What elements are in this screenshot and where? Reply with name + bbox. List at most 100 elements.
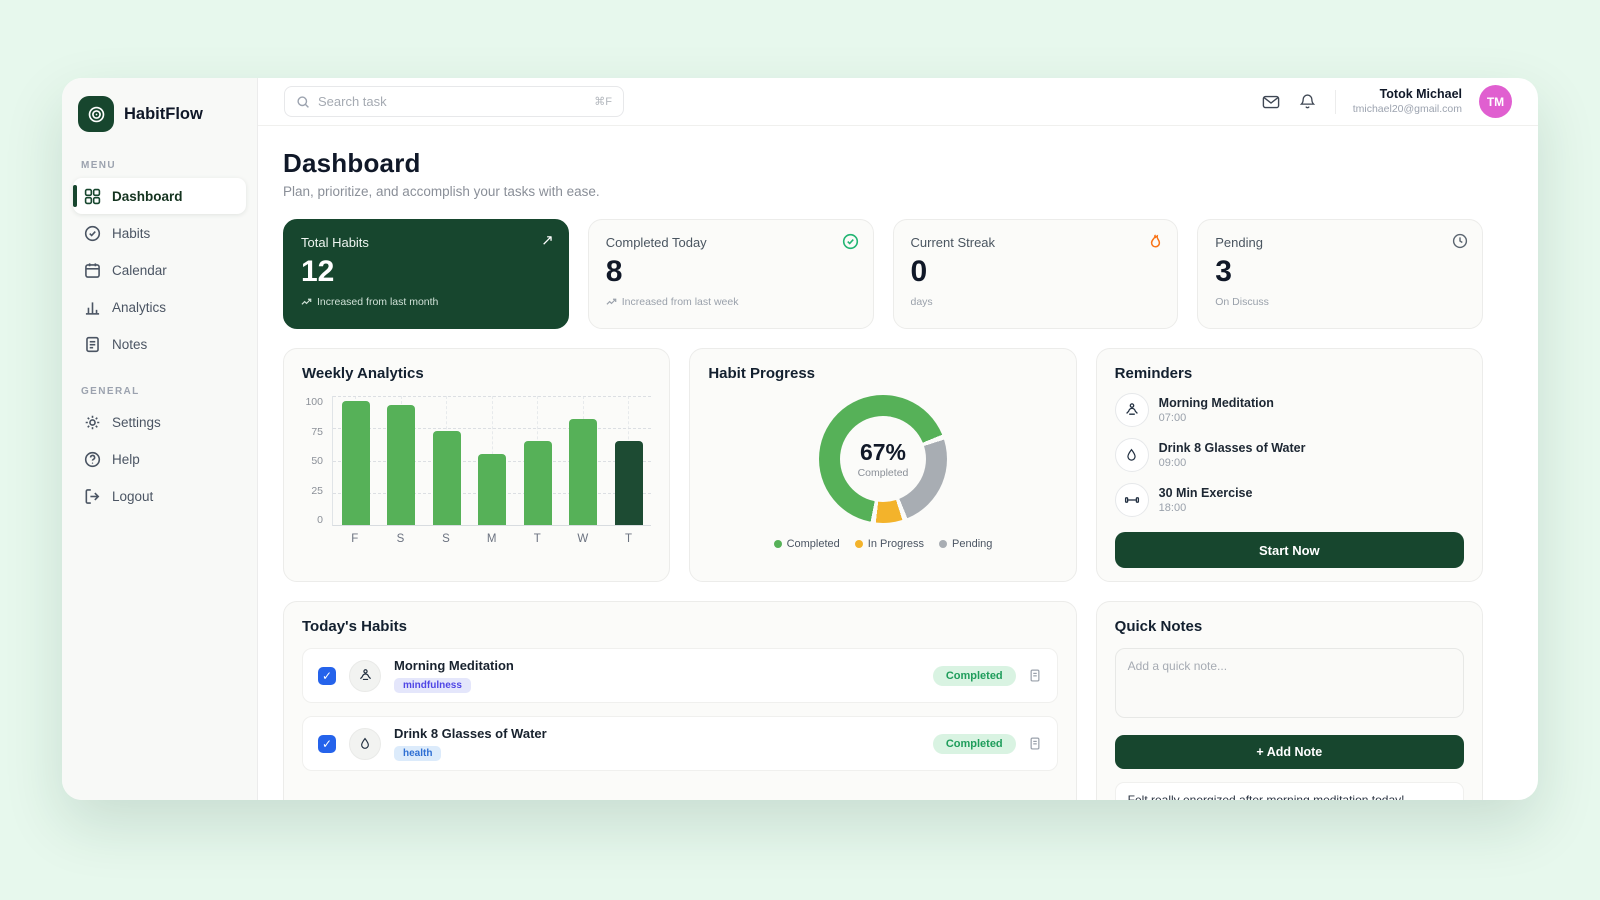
legend-item-completed: Completed bbox=[774, 538, 840, 550]
stats-row: Total Habits ↗ 12 Increased from last mo… bbox=[283, 219, 1483, 329]
check-circle-icon bbox=[842, 233, 859, 250]
habit-row-right: Completed bbox=[933, 666, 1042, 686]
stat-note: days bbox=[911, 296, 1161, 308]
main-area: ⌘F Totok Michael tmichael20@gmail.com TM… bbox=[258, 78, 1538, 800]
note-icon[interactable] bbox=[1028, 736, 1042, 751]
bars bbox=[333, 396, 651, 525]
mail-icon bbox=[1262, 94, 1280, 110]
stat-card-completed-today: Completed Today 8 Increased from last we… bbox=[588, 219, 874, 329]
check-icon: ✓ bbox=[322, 669, 332, 683]
reminder-item: Drink 8 Glasses of Water 09:00 bbox=[1115, 438, 1464, 472]
start-now-button[interactable]: Start Now bbox=[1115, 532, 1464, 568]
bar bbox=[342, 401, 370, 525]
calendar-icon bbox=[84, 262, 101, 279]
clock-icon bbox=[1452, 233, 1468, 249]
water-icon bbox=[349, 728, 381, 760]
habit-checkbox[interactable]: ✓ bbox=[318, 735, 336, 753]
bar-chart-icon bbox=[84, 299, 101, 316]
topbar: ⌘F Totok Michael tmichael20@gmail.com TM bbox=[258, 78, 1538, 126]
app-window: HabitFlow MENU Dashboard Habits Calendar… bbox=[62, 78, 1538, 800]
middle-row: Weekly Analytics 100 75 50 25 0 bbox=[283, 348, 1483, 582]
habit-progress-panel: Habit Progress 67% Completed Completed bbox=[689, 348, 1076, 582]
grid-icon bbox=[84, 188, 101, 205]
check-circle-icon bbox=[84, 225, 101, 242]
mail-button[interactable] bbox=[1261, 92, 1281, 112]
add-note-button[interactable]: + Add Note bbox=[1115, 735, 1464, 769]
stat-label: Completed Today bbox=[606, 235, 856, 250]
search-shortcut: ⌘F bbox=[594, 95, 612, 108]
flame-icon bbox=[1147, 233, 1163, 250]
page-subtitle: Plan, prioritize, and accomplish your ta… bbox=[283, 184, 1483, 199]
avatar[interactable]: TM bbox=[1479, 85, 1512, 118]
sidebar-item-label: Settings bbox=[112, 415, 161, 430]
bottom-row: Today's Habits ✓ Morning Meditation mind… bbox=[283, 601, 1483, 800]
stat-note: On Discuss bbox=[1215, 296, 1465, 308]
reminder-text: 30 Min Exercise 18:00 bbox=[1159, 486, 1253, 514]
reminder-text: Drink 8 Glasses of Water 09:00 bbox=[1159, 441, 1306, 469]
sidebar-item-calendar[interactable]: Calendar bbox=[73, 252, 246, 288]
donut-percentage: 67% bbox=[860, 439, 906, 466]
document-icon bbox=[84, 336, 101, 353]
panel-title: Habit Progress bbox=[708, 365, 1057, 382]
legend-dot bbox=[939, 540, 947, 548]
weekly-analytics-chart: 100 75 50 25 0 bbox=[302, 396, 651, 545]
panel-title: Reminders bbox=[1115, 365, 1464, 382]
quick-note-input[interactable] bbox=[1115, 648, 1464, 718]
habit-row: ✓ Morning Meditation mindfulness Complet… bbox=[302, 648, 1058, 703]
x-axis-labels: F S S M T W T bbox=[332, 526, 651, 545]
sidebar-item-label: Logout bbox=[112, 489, 153, 504]
help-circle-icon bbox=[84, 451, 101, 468]
sidebar-item-analytics[interactable]: Analytics bbox=[73, 289, 246, 325]
donut-center: 67% Completed bbox=[840, 416, 926, 502]
plot-area bbox=[332, 396, 651, 526]
exercise-icon bbox=[1115, 483, 1149, 517]
sidebar-item-label: Habits bbox=[112, 226, 150, 241]
stat-note: Increased from last month bbox=[301, 296, 551, 308]
arrow-up-right-icon: ↗ bbox=[541, 233, 554, 248]
search-box[interactable]: ⌘F bbox=[284, 86, 624, 117]
note-icon[interactable] bbox=[1028, 668, 1042, 683]
status-badge: Completed bbox=[933, 666, 1016, 686]
search-input[interactable] bbox=[318, 94, 586, 109]
reminders-panel: Reminders Morning Meditation 07:00 bbox=[1096, 348, 1483, 582]
sidebar-item-habits[interactable]: Habits bbox=[73, 215, 246, 251]
sidebar-item-label: Calendar bbox=[112, 263, 167, 278]
panel-title: Quick Notes bbox=[1115, 618, 1464, 635]
habit-checkbox[interactable]: ✓ bbox=[318, 667, 336, 685]
sidebar-item-settings[interactable]: Settings bbox=[73, 404, 246, 440]
meditation-icon bbox=[349, 660, 381, 692]
stat-value: 12 bbox=[301, 255, 551, 289]
app-name: HabitFlow bbox=[124, 105, 203, 124]
sidebar-item-notes[interactable]: Notes bbox=[73, 326, 246, 362]
stat-label: Pending bbox=[1215, 235, 1465, 250]
habit-text: Drink 8 Glasses of Water health bbox=[394, 726, 547, 761]
habitflow-logo-icon bbox=[78, 96, 114, 132]
y-axis: 100 75 50 25 0 bbox=[302, 396, 332, 526]
panel-title: Today's Habits bbox=[302, 618, 1058, 635]
reminder-item: 30 Min Exercise 18:00 bbox=[1115, 483, 1464, 517]
bar bbox=[615, 441, 643, 525]
quick-notes-panel: Quick Notes + Add Note Felt really energ… bbox=[1096, 601, 1483, 800]
logout-icon bbox=[84, 488, 101, 505]
sidebar-item-logout[interactable]: Logout bbox=[73, 478, 246, 514]
habit-row-right: Completed bbox=[933, 734, 1042, 754]
sidebar-item-help[interactable]: Help bbox=[73, 441, 246, 477]
general-section-label: GENERAL bbox=[73, 376, 246, 404]
stat-value: 0 bbox=[911, 255, 1161, 289]
bar bbox=[569, 419, 597, 525]
topbar-right: Totok Michael tmichael20@gmail.com TM bbox=[1261, 85, 1512, 118]
bar bbox=[478, 454, 506, 525]
bar bbox=[524, 441, 552, 525]
bar bbox=[433, 431, 461, 525]
stat-label: Current Streak bbox=[911, 235, 1161, 250]
sidebar-item-label: Help bbox=[112, 452, 140, 467]
stat-card-total-habits: Total Habits ↗ 12 Increased from last mo… bbox=[283, 219, 569, 329]
notifications-button[interactable] bbox=[1298, 92, 1318, 112]
sidebar-item-dashboard[interactable]: Dashboard bbox=[73, 178, 246, 214]
logo: HabitFlow bbox=[73, 94, 246, 150]
sidebar-item-label: Analytics bbox=[112, 300, 166, 315]
legend-dot bbox=[774, 540, 782, 548]
habit-tag: mindfulness bbox=[394, 678, 471, 693]
check-icon: ✓ bbox=[322, 737, 332, 751]
stat-card-pending: Pending 3 On Discuss bbox=[1197, 219, 1483, 329]
